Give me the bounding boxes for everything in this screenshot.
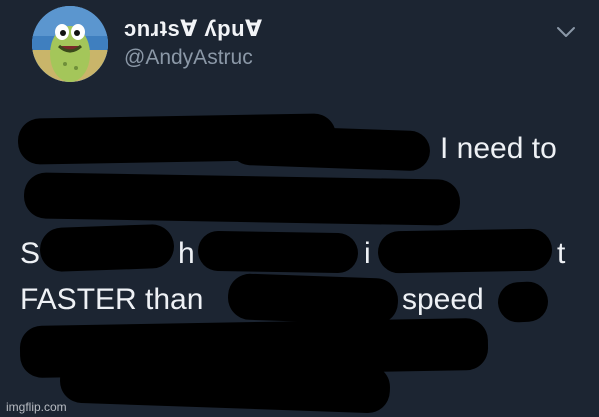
tweet-text-line-1: I need to xyxy=(440,132,557,165)
redaction-mark xyxy=(197,230,359,274)
tweet-text-line-4b: speed xyxy=(402,283,484,316)
redaction-mark xyxy=(229,124,431,172)
redaction-mark xyxy=(39,223,175,273)
tweet-text-line-3a: S xyxy=(20,237,41,270)
tweet-text-line-3b: h xyxy=(178,237,195,270)
redaction-mark xyxy=(227,273,399,325)
redaction-mark xyxy=(23,172,461,226)
tweet-text-line-4a: FASTER than xyxy=(20,283,204,316)
tweet-text-line-3c: i xyxy=(364,237,371,270)
redaction-mark xyxy=(496,280,550,324)
redaction-mark xyxy=(377,228,553,274)
watermark: imgflip.com xyxy=(6,400,67,414)
tweet-card: ɔnɹʇsⱯ ʎpuⱯ @AndyAstruc I need to S h i … xyxy=(0,0,599,417)
tweet-text-line-3d: t xyxy=(557,237,566,270)
redaction-mark xyxy=(59,354,391,414)
tweet-body: I need to S h i t FASTER than speed xyxy=(0,0,599,417)
